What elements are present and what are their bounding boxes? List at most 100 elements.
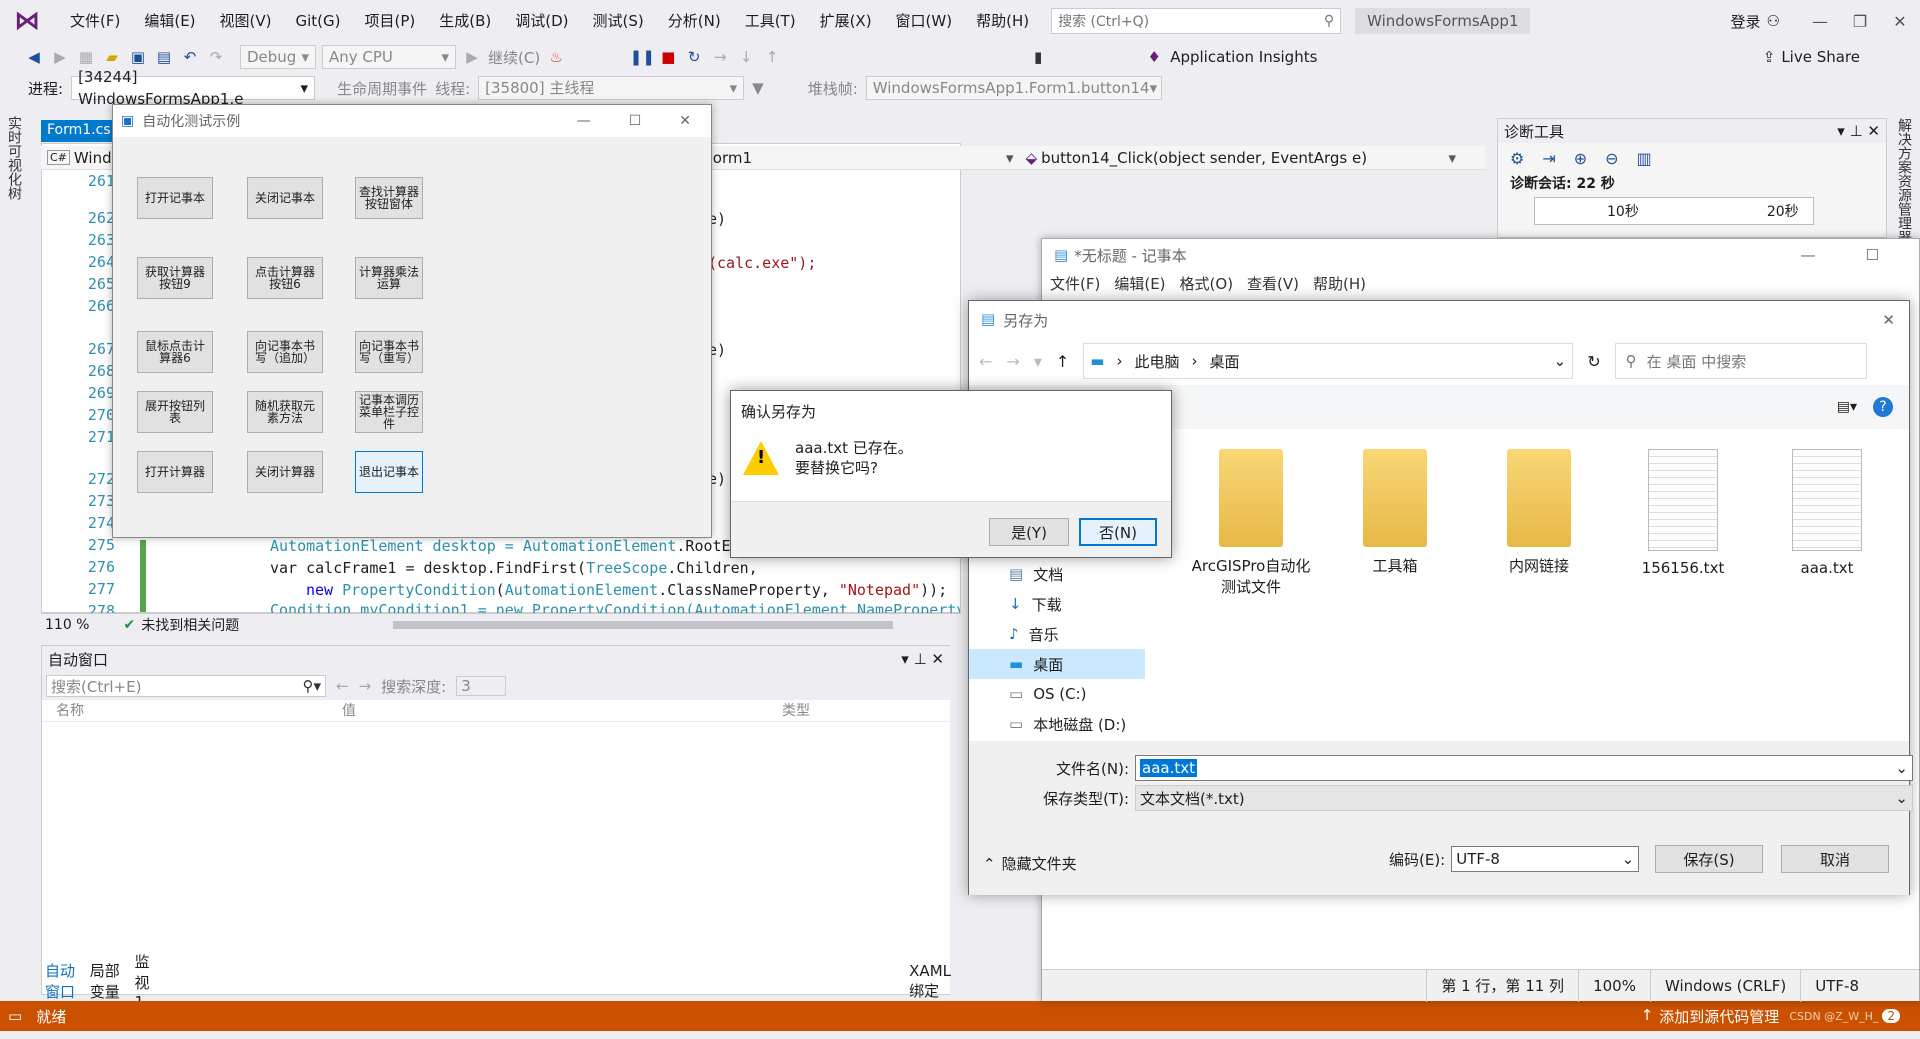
save-all-icon[interactable]: ▤ [154, 47, 174, 67]
tab-xaml-binding[interactable]: XAML 绑定 [909, 962, 951, 1001]
application-insights-button[interactable]: Application Insights [1170, 48, 1317, 66]
restore-icon[interactable]: ❐ [1840, 12, 1880, 31]
minimize-icon[interactable]: — [1801, 246, 1816, 264]
process-select[interactable]: [34244] WindowsFormsApp1.e ▾ [71, 68, 316, 108]
minimize-icon[interactable]: — [577, 113, 591, 129]
stack-frame-select[interactable]: WindowsFormsApp1.Form1.button14 ▾ [865, 76, 1162, 100]
open-notepad-button[interactable]: 打开记事本 [137, 177, 213, 219]
redo-icon[interactable]: ↷ [206, 47, 226, 67]
lifecycle-events-button[interactable]: 生命周期事件 [337, 78, 427, 99]
zoom-select[interactable]: 110 % [45, 617, 89, 633]
file-item[interactable]: ArcGISPro自动化测试文件 [1191, 449, 1311, 597]
cancel-button[interactable]: 取消 [1781, 845, 1889, 873]
expand-button-list-button[interactable]: 展开按钮列表 [137, 391, 213, 433]
breadcrumb-pc[interactable]: 此电脑 [1134, 351, 1179, 372]
menu-project[interactable]: 项目(P) [353, 0, 428, 42]
menu-tools[interactable]: 工具(T) [733, 0, 808, 42]
close-icon[interactable]: ✕ [679, 113, 691, 129]
menu-test[interactable]: 测试(S) [581, 0, 656, 42]
class-nav-select[interactable]: orm1 [713, 149, 752, 167]
close-icon[interactable]: ✕ [1880, 12, 1920, 31]
tree-drive-c[interactable]: ▭ OS (C:) [969, 679, 1145, 709]
live-visual-tree-tab[interactable]: 实时可视化树 [4, 116, 24, 200]
lightbulb-icon[interactable]: ♦ [1144, 47, 1164, 67]
help-icon[interactable]: ? [1873, 397, 1893, 417]
tab-locals[interactable]: 局部变量 [90, 960, 121, 1002]
hide-folders-button[interactable]: ⌃ 隐藏文件夹 [983, 853, 1077, 874]
zoom-in-icon[interactable]: ⊕ [1574, 149, 1587, 168]
hot-reload-icon[interactable]: ♨ [546, 47, 566, 67]
click-calculator-button-6[interactable]: 点击计算器按钮6 [247, 257, 323, 299]
menu-git[interactable]: Git(G) [284, 0, 353, 42]
search-input[interactable]: 搜索 (Ctrl+Q) ⚲ [1051, 8, 1342, 34]
tree-downloads[interactable]: ↓ 下载 [969, 589, 1145, 619]
continue-play-icon[interactable]: ▶ [462, 47, 482, 67]
tab-form1-cs[interactable]: Form1.cs [41, 120, 121, 142]
breakpoint-icon[interactable]: ▮ [1028, 47, 1048, 67]
menu-extensions[interactable]: 扩展(X) [808, 0, 884, 42]
panel-controls-icon[interactable]: ▾ ⊥ ✕ [1837, 122, 1880, 140]
yes-button[interactable]: 是(Y) [989, 518, 1069, 546]
step-out-icon[interactable]: ↑ [762, 47, 782, 67]
source-control-button[interactable]: ↑ 添加到源代码管理 [1641, 1006, 1780, 1027]
np-menu-help[interactable]: 帮助(H) [1313, 273, 1366, 294]
np-menu-file[interactable]: 文件(F) [1050, 273, 1100, 294]
breadcrumb-desktop[interactable]: 桌面 [1209, 351, 1239, 372]
zoom-out-icon[interactable]: ⊖ [1605, 149, 1618, 168]
filter-icon[interactable]: ▼ [752, 79, 764, 97]
maximize-icon[interactable]: ☐ [629, 113, 642, 129]
restart-icon[interactable]: ↻ [684, 47, 704, 67]
tree-music[interactable]: ♪ 音乐 [969, 619, 1145, 649]
menu-view[interactable]: 视图(V) [208, 0, 284, 42]
step-into-icon[interactable]: ↓ [736, 47, 756, 67]
tree-desktop[interactable]: ▬ 桌面 [969, 649, 1145, 679]
file-item[interactable]: 156156.txt [1623, 449, 1743, 577]
member-nav-select[interactable]: button14_Click(object sender, EventArgs … [1041, 149, 1367, 167]
menu-window[interactable]: 窗口(W) [884, 0, 965, 42]
menu-debug[interactable]: 调试(D) [503, 0, 580, 42]
horizontal-scrollbar[interactable] [393, 620, 894, 629]
live-share-button[interactable]: ⇪ Live Share [1763, 48, 1860, 66]
forward-icon[interactable]: ▶ [50, 47, 70, 67]
back-icon[interactable]: ← [979, 352, 992, 371]
file-item[interactable]: aaa.txt [1767, 449, 1887, 577]
column-name[interactable]: 名称 [42, 700, 342, 721]
random-element-button[interactable]: 随机获取元素方法 [247, 391, 323, 433]
open-icon[interactable]: ▰ [102, 47, 122, 67]
panel-controls-icon[interactable]: ▾ ⊥ ✕ [901, 650, 944, 668]
new-item-icon[interactable]: ▦ [76, 47, 96, 67]
continue-button[interactable]: 继续(C) [488, 47, 540, 68]
diag-timeline[interactable]: 10秒 20秒 [1534, 197, 1814, 225]
back-icon[interactable]: ← [336, 677, 349, 695]
refresh-icon[interactable]: ↻ [1587, 352, 1600, 371]
save-icon[interactable]: ▣ [128, 47, 148, 67]
chevron-down-icon[interactable]: ▾ [1034, 352, 1042, 371]
calculator-multiply-button[interactable]: 计算器乘法运算 [355, 257, 423, 299]
menu-help[interactable]: 帮助(H) [964, 0, 1041, 42]
np-menu-format[interactable]: 格式(O) [1180, 273, 1234, 294]
minimize-icon[interactable]: — [1800, 12, 1840, 31]
column-value[interactable]: 值 [342, 700, 782, 721]
stop-icon[interactable]: ■ [658, 47, 678, 67]
tree-documents[interactable]: ▤ 文档 [969, 559, 1145, 589]
depth-select[interactable]: 3 [456, 676, 507, 696]
thread-select[interactable]: [35800] 主线程 ▾ [478, 76, 745, 100]
view-mode-icon[interactable]: ▤▾ [1837, 399, 1857, 415]
find-calculator-button[interactable]: 查找计算器按钮窗体 [355, 177, 423, 219]
exit-notepad-button[interactable]: 退出记事本 [355, 451, 423, 493]
forward-icon[interactable]: → [1006, 352, 1019, 371]
menu-file[interactable]: 文件(F) [58, 0, 132, 42]
export-icon[interactable]: ⇥ [1542, 149, 1555, 168]
no-button[interactable]: 否(N) [1079, 518, 1157, 546]
np-menu-edit[interactable]: 编辑(E) [1114, 273, 1165, 294]
file-item[interactable]: 内网链接 [1479, 449, 1599, 576]
notepad-menu-control-button[interactable]: 记事本调历菜单栏子控件 [355, 391, 423, 433]
encoding-select[interactable]: UTF-8 ⌄ [1451, 846, 1640, 872]
close-notepad-button[interactable]: 关闭记事本 [247, 177, 323, 219]
forward-icon[interactable]: → [359, 677, 372, 695]
filetype-select[interactable]: 文本文档(*.txt) ⌄ [1135, 785, 1913, 811]
step-over-icon[interactable]: → [710, 47, 730, 67]
notepad-overwrite-button[interactable]: 向记事本书写（重写） [355, 331, 423, 373]
column-type[interactable]: 类型 [782, 700, 810, 721]
chart-icon[interactable]: ▥ [1637, 149, 1652, 168]
